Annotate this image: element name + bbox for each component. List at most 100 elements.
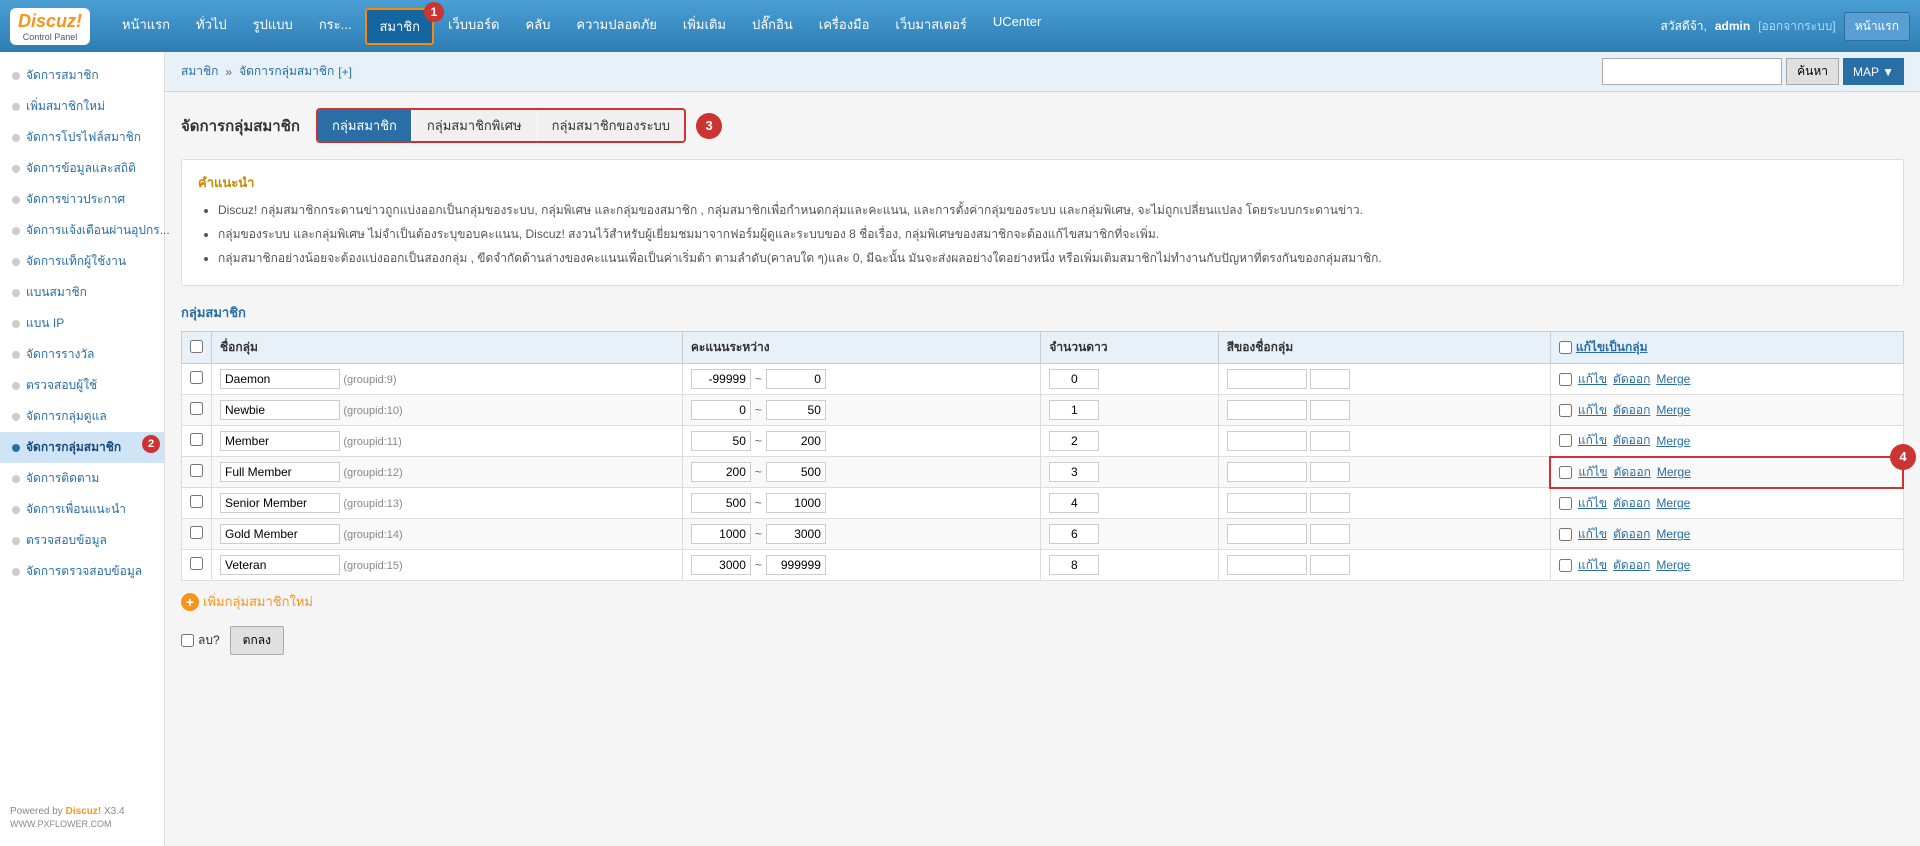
row-range-min[interactable] [691,555,751,575]
row-action-checkbox[interactable] [1559,528,1572,541]
row-small-input[interactable] [1310,524,1350,544]
nav-general[interactable]: ทั่วไป [184,8,239,45]
merge-link[interactable]: Merge [1656,372,1690,386]
delete-link[interactable]: ตัดออก [1613,556,1650,575]
sidebar-item-stats[interactable]: จัดการข้อมูลและสถิติ [0,153,164,184]
row-checkbox[interactable] [190,557,203,570]
logout-link[interactable]: [ออกจากระบบ] [1758,17,1836,36]
row-stars-input[interactable] [1049,493,1099,513]
row-name-input[interactable] [220,431,340,451]
sidebar-item-manage-group[interactable]: จัดการกลุ่มดูแล [0,401,164,432]
row-name-input[interactable] [220,524,340,544]
sidebar-item-tag[interactable]: จัดการแท็กผู้ใช้งาน [0,246,164,277]
delete-link[interactable]: ตัดออก [1613,494,1650,513]
row-action-checkbox[interactable] [1559,466,1572,479]
delete-link[interactable]: ตัดออก [1613,525,1650,544]
nav-home[interactable]: หน้าแรก [110,8,182,45]
row-range-max[interactable] [766,431,826,451]
select-all-checkbox[interactable] [190,340,203,353]
edit-link[interactable]: แก้ไข [1578,431,1607,450]
row-stars-input[interactable] [1049,431,1099,451]
nav-webmaster[interactable]: เว็บมาสเตอร์ [883,8,978,45]
row-stars-input[interactable] [1049,400,1099,420]
sidebar-item-add-member[interactable]: เพิ่มสมาชิกใหม่ [0,91,164,122]
search-input[interactable] [1602,58,1782,85]
nav-board[interactable]: กระ... [307,8,364,45]
delete-link[interactable]: ตัดออก [1613,431,1650,450]
row-small-input[interactable] [1310,369,1350,389]
row-small-input[interactable] [1310,493,1350,513]
row-small-input[interactable] [1310,400,1350,420]
sidebar-item-ban-ip[interactable]: แบน IP [0,308,164,339]
row-small-input[interactable] [1310,555,1350,575]
row-name-input[interactable] [220,369,340,389]
row-checkbox[interactable] [190,433,203,446]
nav-plugin[interactable]: ปลั๊กอิน [740,8,805,45]
breadcrumb-plus[interactable]: [+] [338,65,352,79]
add-group-button[interactable]: + เพิ่มกลุ่มสมาชิกใหม่ [181,591,313,612]
row-color-input[interactable] [1227,555,1307,575]
nav-club[interactable]: คลับ [513,8,562,45]
row-color-input[interactable] [1227,493,1307,513]
row-range-min[interactable] [691,493,751,513]
front-button[interactable]: หน้าแรก [1844,12,1910,41]
row-range-min[interactable] [691,431,751,451]
nav-ucenter[interactable]: UCenter [981,8,1053,45]
th-edit-checkbox[interactable] [1559,341,1572,354]
map-button[interactable]: MAP ▼ [1843,58,1904,85]
edit-link[interactable]: แก้ไข [1578,556,1607,575]
row-stars-input[interactable] [1049,555,1099,575]
sidebar-item-check-data2[interactable]: จัดการตรวจสอบข้อมูล [0,556,164,587]
row-stars-input[interactable] [1049,369,1099,389]
sidebar-item-reward[interactable]: จัดการรางวัล [0,339,164,370]
edit-link[interactable]: แก้ไข [1578,401,1607,420]
merge-link[interactable]: Merge [1656,558,1690,572]
th-edit-label[interactable]: แก้ไขเป็นกลุ่ม [1576,338,1648,357]
sidebar-item-follow[interactable]: จัดการติดตาม [0,463,164,494]
row-stars-input[interactable] [1049,524,1099,544]
delete-link[interactable]: ตัดออก [1613,401,1650,420]
edit-link[interactable]: แก้ไข [1578,494,1607,513]
tab-special-group[interactable]: กลุ่มสมาชิกพิเศษ [413,110,536,141]
row-checkbox[interactable] [190,402,203,415]
row-range-min[interactable] [691,524,751,544]
nav-webboard[interactable]: เว็บบอร์ด [436,8,511,45]
nav-style[interactable]: รูปแบบ [241,8,305,45]
search-button[interactable]: ค้นหา [1786,58,1839,85]
row-name-input[interactable] [220,400,340,420]
edit-link[interactable]: แก้ไข [1578,463,1607,482]
edit-link[interactable]: แก้ไข [1578,525,1607,544]
row-range-max[interactable] [766,369,826,389]
merge-link[interactable]: Merge [1656,496,1690,510]
nav-member[interactable]: สมาชิก 1 [365,8,434,45]
nav-tools[interactable]: เครื่องมือ [807,8,882,45]
confirm-button[interactable]: ตกลง [230,626,284,655]
row-range-max[interactable] [766,524,826,544]
row-range-max[interactable] [766,400,826,420]
row-range-max[interactable] [766,493,826,513]
sidebar-item-notify[interactable]: จัดการแจ้งเตือนผ่านอุปกร... [0,215,164,246]
row-checkbox[interactable] [190,464,203,477]
row-range-max[interactable] [766,555,826,575]
sidebar-item-manage-member[interactable]: จัดการสมาชิก [0,60,164,91]
row-checkbox[interactable] [190,526,203,539]
merge-link[interactable]: Merge [1656,434,1690,448]
row-action-checkbox[interactable] [1559,373,1572,386]
nav-more[interactable]: เพิ่มเติม [671,8,738,45]
row-range-max[interactable] [766,462,826,482]
edit-link[interactable]: แก้ไข [1578,370,1607,389]
row-stars-input[interactable] [1049,462,1099,482]
breadcrumb-managegroup[interactable]: จัดการกลุ่มสมาชิก [239,62,334,81]
nav-security[interactable]: ความปลอดภัย [564,8,669,45]
sidebar-item-recommend[interactable]: จัดการเพื่อนแนะนำ [0,494,164,525]
sidebar-item-news[interactable]: จัดการข่าวประกาศ [0,184,164,215]
row-color-input[interactable] [1227,369,1307,389]
delete-link[interactable]: ตัดออก [1613,370,1650,389]
delete-checkbox[interactable] [181,634,194,647]
delete-link[interactable]: ตัดออก [1614,463,1651,482]
row-checkbox[interactable] [190,371,203,384]
tab-member-group[interactable]: กลุ่มสมาชิก [318,110,411,141]
breadcrumb-member[interactable]: สมาชิก [181,62,218,81]
row-name-input[interactable] [220,462,340,482]
merge-link[interactable]: Merge [1657,465,1691,479]
